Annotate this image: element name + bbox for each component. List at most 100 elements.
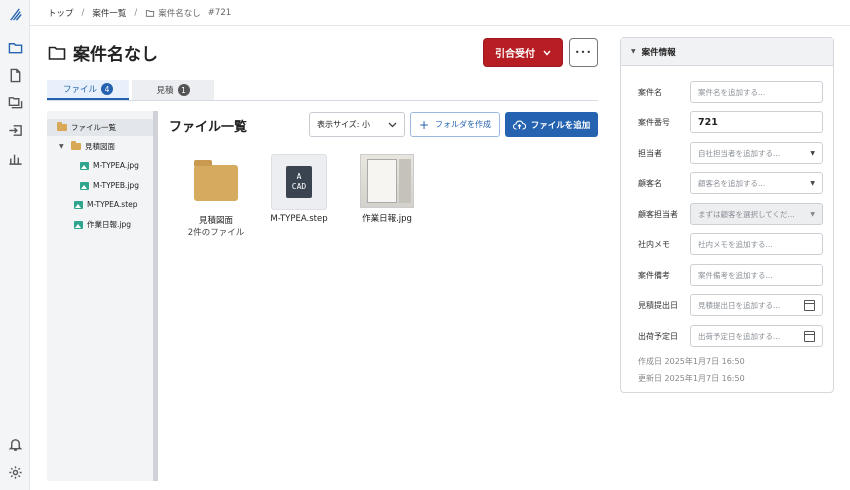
inquiry-accept-label: 引合受付 (495, 49, 535, 60)
field-row-name: 案件名 案件名を追加する... (638, 81, 823, 103)
panel-header[interactable]: ▼ 案件情報 (621, 38, 833, 66)
nav-rail (0, 0, 30, 490)
ship-date-input[interactable]: 出荷予定日を追加する... (690, 325, 823, 347)
breadcrumb: トップ / 案件一覧 / 案件名なし #721 (48, 6, 231, 20)
bell-icon[interactable] (7, 436, 23, 452)
field-label: 案件名 (638, 87, 662, 97)
field-placeholder: 社内メモを追加する... (698, 239, 773, 249)
assignee-select[interactable]: 自社担当者を追加する... ▼ (690, 142, 823, 164)
field-row-customer: 顧客名 顧客名を追加する... ▼ (638, 172, 823, 194)
folder-icon (194, 160, 238, 201)
customer-select[interactable]: 顧客名を追加する... ▼ (690, 172, 823, 194)
file-card-subtitle: 2件のファイル (187, 228, 245, 238)
chart-nav-icon[interactable] (7, 150, 23, 166)
tree-item-label: M-TYPEA.jpg (93, 161, 139, 170)
folder-icon (48, 46, 66, 60)
field-label: 見積提出日 (638, 300, 678, 310)
tree-item-file[interactable]: 作業日報.jpg (74, 216, 131, 233)
more-options-button[interactable]: ••• (569, 38, 598, 67)
create-folder-label: フォルダを作成 (435, 120, 492, 129)
project-name-input[interactable]: 案件名を追加する... (690, 81, 823, 103)
folder-thumbnail (188, 154, 244, 210)
file-card-folder[interactable]: 見積図面 2件のファイル (176, 154, 256, 238)
field-row-ship-date: 出荷予定日 出荷予定日を追加する... (638, 325, 823, 347)
field-placeholder: 出荷予定日を追加する... (698, 331, 781, 341)
tree-item-root[interactable]: ファイル一覧 (47, 119, 153, 136)
file-card-name: 作業日報.jpg (362, 214, 412, 224)
tree-item-folder[interactable]: ▼ 見積図面 (59, 138, 115, 155)
inquiry-accept-button[interactable]: 引合受付 (483, 38, 563, 67)
page-title-text: 案件名なし (73, 45, 158, 65)
created-date: 作成日 2025年1月7日 16:50 (638, 357, 745, 366)
image-icon (74, 200, 83, 209)
file-list-heading: ファイル一覧 (169, 120, 248, 135)
login-nav-icon[interactable] (7, 122, 23, 138)
file-tree: ファイル一覧 ▼ 見積図面 M-TYPEA.jpg M-TYPEB.jpg M-… (47, 111, 153, 481)
tree-item-file[interactable]: M-TYPEA.jpg (80, 157, 139, 174)
tree-item-file[interactable]: M-TYPEA.step (74, 196, 138, 213)
project-info-panel: ▼ 案件情報 案件名 案件名を追加する... 案件番号 721 担当者 自社担当… (620, 37, 834, 393)
image-icon (80, 181, 89, 190)
folder-nav-icon[interactable] (7, 39, 23, 55)
field-row-memo: 社内メモ 社内メモを追加する... (638, 233, 823, 255)
breadcrumb-id: #721 (207, 8, 232, 18)
tree-item-label: 作業日報.jpg (87, 220, 131, 229)
tree-item-label: M-TYPEA.step (87, 200, 138, 209)
tab-files[interactable]: ファイル 4 (47, 80, 129, 100)
image-icon (80, 161, 89, 170)
image-thumbnail (360, 154, 414, 208)
document-nav-icon[interactable] (7, 67, 23, 83)
field-label: 担当者 (638, 148, 662, 158)
field-label: 社内メモ (638, 239, 670, 249)
project-number-input[interactable]: 721 (690, 111, 823, 133)
breadcrumb-home[interactable]: トップ (48, 7, 74, 19)
caret-down-icon[interactable]: ▼ (631, 48, 636, 55)
tree-item-label: 見積図面 (85, 142, 115, 151)
display-size-select[interactable]: 表示サイズ: 小 (309, 112, 405, 137)
page-title: 案件名なし (48, 40, 158, 65)
updated-date: 更新日 2025年1月7日 16:50 (638, 374, 745, 383)
field-row-number: 案件番号 721 (638, 111, 823, 133)
chevron-down-icon (388, 122, 397, 127)
chevron-down-icon (543, 50, 551, 56)
breadcrumb-separator: / (134, 8, 138, 18)
create-folder-button[interactable]: + フォルダを作成 (410, 112, 500, 137)
cloud-upload-icon (512, 120, 526, 130)
quote-date-input[interactable]: 見積提出日を追加する... (690, 294, 823, 316)
field-label: 顧客名 (638, 178, 662, 188)
tree-scrollbar[interactable] (153, 111, 158, 481)
project-notes-input[interactable]: 案件備考を追加する... (690, 264, 823, 286)
display-size-value: 表示サイズ: 小 (317, 120, 370, 129)
add-file-label: ファイルを追加 (530, 120, 591, 131)
file-card-image[interactable]: 作業日報.jpg (347, 154, 427, 224)
field-label: 案件番号 (638, 117, 670, 127)
breadcrumb-list[interactable]: 案件一覧 (92, 7, 126, 19)
image-icon (74, 220, 83, 229)
caret-down-icon[interactable]: ▼ (59, 143, 67, 150)
internal-memo-input[interactable]: 社内メモを追加する... (690, 233, 823, 255)
gear-icon[interactable] (7, 464, 23, 480)
folders-nav-icon[interactable] (7, 94, 23, 110)
field-value: 721 (698, 116, 718, 128)
calendar-icon[interactable] (804, 330, 815, 342)
app-logo-icon[interactable] (7, 6, 23, 22)
folder-icon (146, 9, 155, 17)
field-placeholder: 自社担当者を追加する... (698, 148, 781, 158)
file-card-cad[interactable]: A CAD M-TYPEA.step (259, 154, 339, 224)
tab-files-label: ファイル (62, 85, 97, 95)
panel-title: 案件情報 (641, 47, 676, 58)
caret-down-icon: ▼ (810, 210, 815, 218)
file-card-name: M-TYPEA.step (270, 214, 328, 224)
field-label: 顧客担当者 (638, 209, 678, 219)
field-placeholder: 案件備考を追加する... (698, 270, 773, 280)
field-placeholder: 見積提出日を追加する... (698, 300, 781, 310)
tree-item-file[interactable]: M-TYPEB.jpg (80, 177, 139, 194)
tree-item-label: M-TYPEB.jpg (93, 181, 140, 190)
tab-estimates[interactable]: 見積 1 (132, 80, 214, 100)
calendar-icon[interactable] (804, 299, 815, 311)
add-file-button[interactable]: ファイルを追加 (505, 112, 598, 137)
folder-icon (71, 141, 81, 150)
breadcrumb-current-label: 案件名なし (158, 9, 201, 19)
breadcrumb-current: 案件名なし #721 (145, 7, 231, 19)
cad-file-icon: A CAD (286, 166, 312, 198)
